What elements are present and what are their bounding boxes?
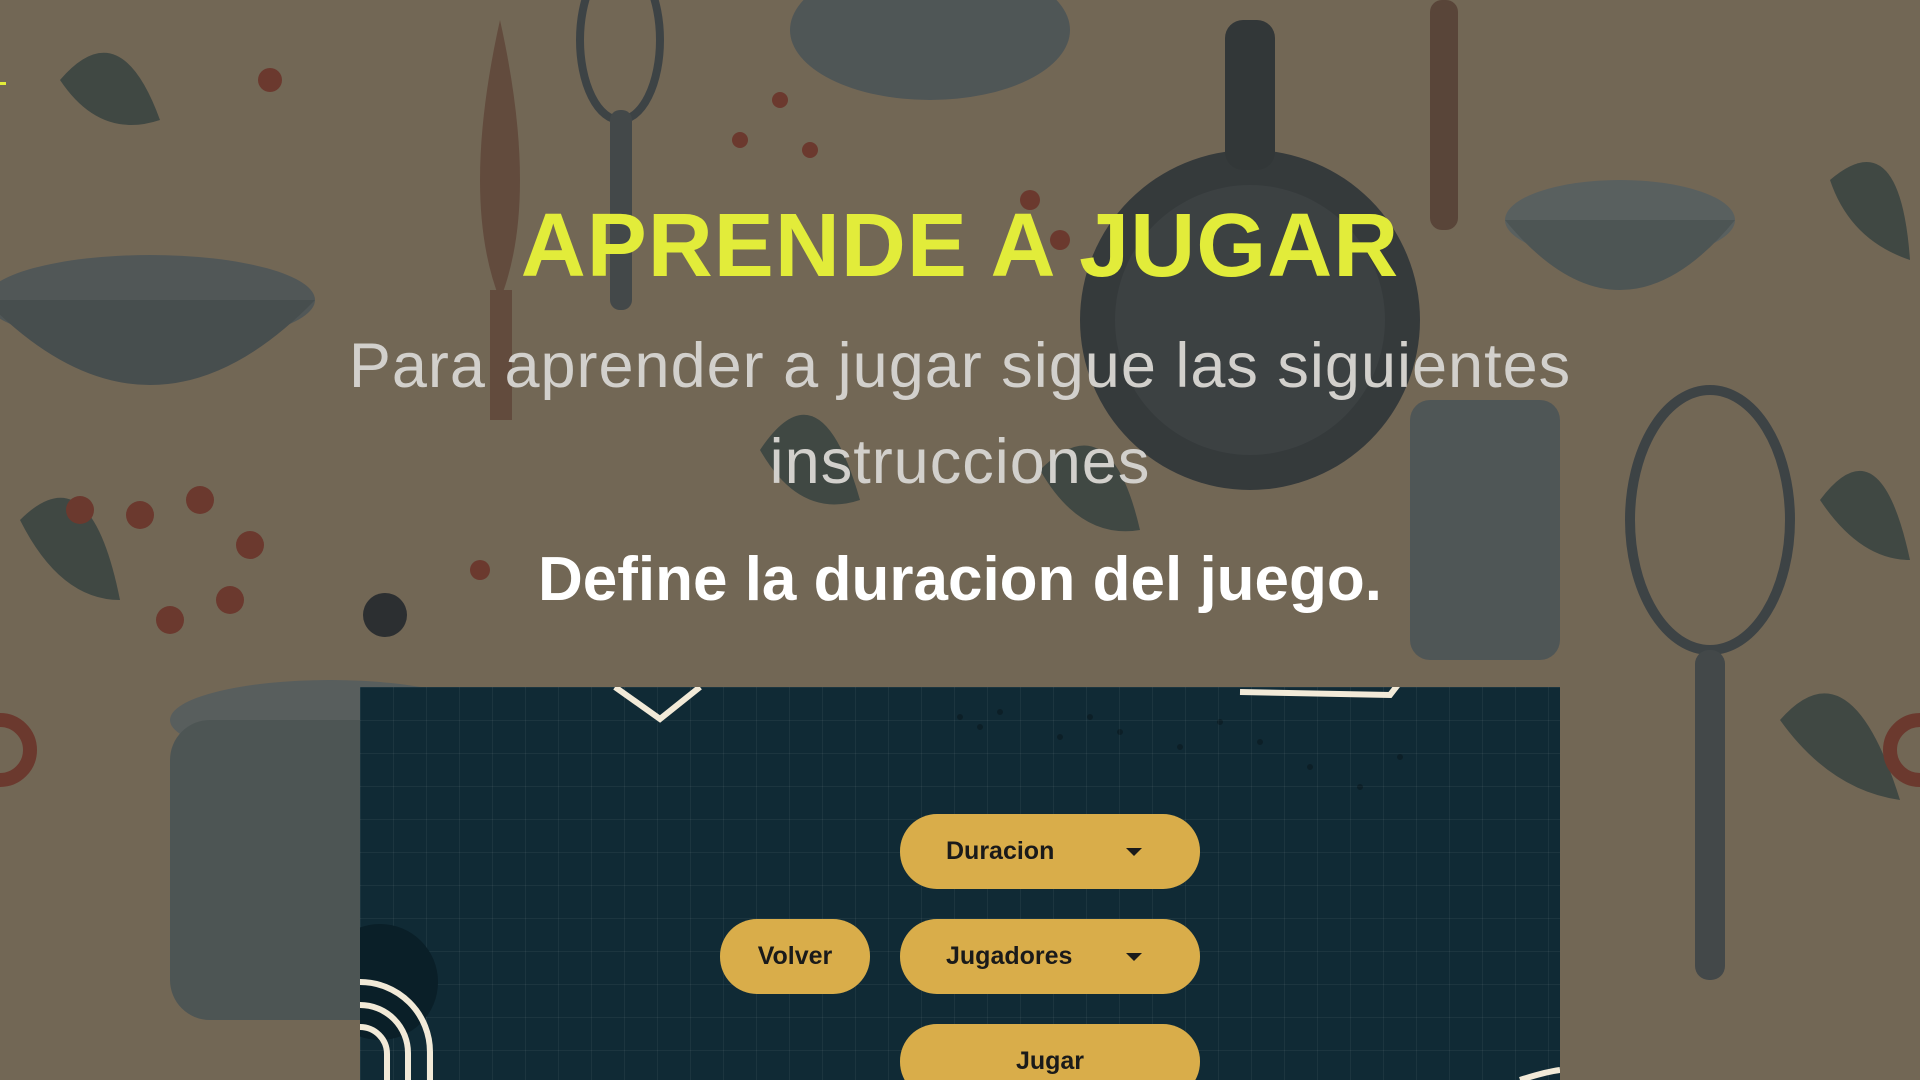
caret-down-icon [1126,952,1142,961]
players-select-label: Jugadores [946,942,1073,970]
duration-select-label: Duracion [946,837,1055,865]
caret-down-icon [1126,847,1142,856]
play-button-label: Jugar [1015,1047,1085,1075]
page-subtitle: Para aprender a jugar sigue las siguient… [348,331,1572,497]
game-screen-preview: Duracion Volver Jugadores Jugar [360,687,1560,1080]
back-button-label: Volver [757,942,833,970]
instruction-step: Define la duracion del juego. [537,545,1383,614]
page: APRENDE A JUGAR Para aprender a jugar si… [0,0,1920,1080]
play-button[interactable]: Jugar [900,1024,1200,1080]
page-title: APRENDE A JUGAR [520,196,1400,296]
duration-select[interactable]: Duracion [900,814,1200,889]
back-button[interactable]: Volver [720,919,870,994]
players-select[interactable]: Jugadores [900,919,1200,994]
corner-marker [0,82,6,85]
